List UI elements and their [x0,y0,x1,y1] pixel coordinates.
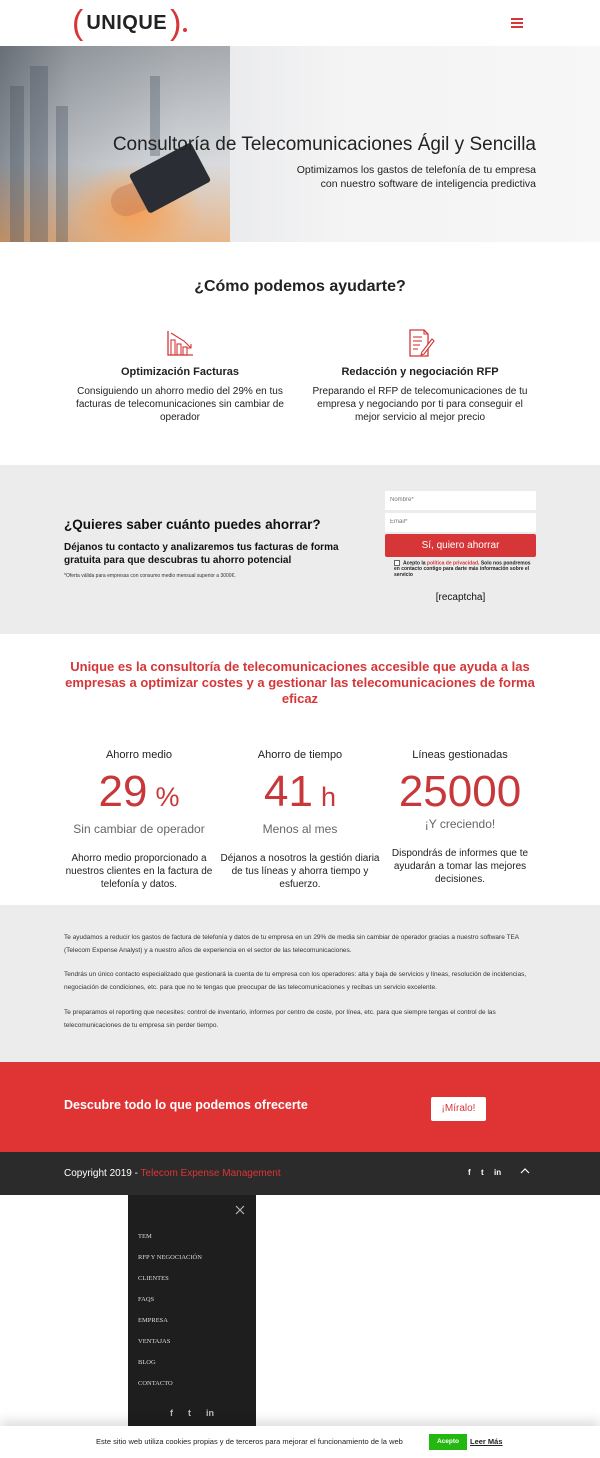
hamburger-icon[interactable] [511,18,523,28]
menu-item-faqs[interactable]: FAQS [138,1296,154,1303]
copyright: Copyright 2019 - Telecom Expense Managem… [64,1168,281,1179]
stat-caption: Sin cambiar de operador [73,822,205,836]
facebook-icon[interactable]: f [170,1408,173,1418]
info-paragraph: Te ayudamos a reducir los gastos de fact… [64,934,519,954]
menu-item-tem[interactable]: TEM [138,1233,152,1240]
offer-note: *Oferta válida para empresas con consumo… [64,573,236,579]
hero-title: Consultoría de Telecomunicaciones Ágil y… [112,134,536,155]
close-icon[interactable] [235,1205,245,1215]
menu-item-ventajas[interactable]: VENTAJAS [138,1338,170,1345]
stat-description: Dispondrás de informes que te ayudarán a… [391,848,529,885]
mobile-menu: TEM RFP Y NEGOCIACIÓN CLIENTES FAQS EMPR… [128,1195,256,1458]
service-text: Consiguiendo un ahorro medio del 29% en … [76,386,284,423]
privacy-consent: Acepto la política de privacidad. Solo n… [394,560,531,579]
cookie-read-more-link[interactable]: Leer Más [470,1437,503,1446]
stat-value: 25000 [398,767,522,816]
menu-item-empresa[interactable]: EMPRESA [138,1317,168,1324]
recaptcha[interactable]: [recaptcha] [385,592,536,603]
value-headline: Unique es la consultoría de telecomunica… [65,659,535,706]
savings-lead: Déjanos tu contacto y analizaremos tus f… [64,542,339,566]
consent-checkbox[interactable] [394,560,400,566]
info-paragraph: Tendrás un único contacto especializado … [64,971,527,991]
menu-item-clientes[interactable]: CLIENTES [138,1275,169,1282]
menu-item-blog[interactable]: BLOG [138,1359,156,1366]
stat-caption: Menos al mes [262,822,338,836]
twitter-icon[interactable]: t [188,1408,191,1418]
cookie-bar: Este sitio web utiliza cookies propias y… [0,1426,600,1458]
cta-banner: Descubre todo lo que podemos ofrecerte ¡… [0,1062,600,1152]
stat-description: Ahorro medio proporcionado a nuestros cl… [65,853,213,890]
email-field[interactable] [385,513,536,532]
stat-label: Ahorro medio [105,749,173,761]
chart-down-icon [167,331,193,356]
service-optimization: Optimización Facturas Consiguiendo un ah… [65,328,295,424]
stat-value: 29% [98,767,180,816]
savings-title: ¿Quieres saber cuánto puedes ahorrar? [64,517,321,532]
linkedin-icon[interactable]: in [494,1168,501,1177]
info-section: Te ayudamos a reducir los gastos de fact… [0,905,600,1062]
unique-logo[interactable]: ( UNIQUE ) [72,6,188,40]
hero-subtitle: Optimizamos los gastos de telefonía de t… [296,164,536,190]
savings-section: ¿Quieres saber cuánto puedes ahorrar? Dé… [0,465,600,634]
stat-caption: ¡Y creciendo! [424,817,496,831]
tem-link[interactable]: Telecom Expense Management [141,1168,281,1179]
stat-savings: Ahorro medio 29% Sin cambiar de operador… [59,749,219,891]
cta-text: Descubre todo lo que podemos ofrecerte [64,1098,308,1112]
cookie-text: Este sitio web utiliza cookies propias y… [96,1437,403,1446]
menu-item-rfp[interactable]: RFP Y NEGOCIACIÓN [138,1254,202,1261]
cookie-accept-button[interactable]: Acepto [429,1434,467,1450]
site-footer: Copyright 2019 - Telecom Expense Managem… [0,1152,600,1195]
service-text: Preparando el RFP de telecomunicaciones … [312,386,528,423]
hero-banner: Consultoría de Telecomunicaciones Ágil y… [0,46,600,242]
info-paragraph: Te preparamos el reporting que necesites… [64,1009,496,1029]
service-title: Redacción y negociación RFP [341,366,499,378]
stat-lines: Líneas gestionadas 25000 ¡Y creciendo! D… [380,749,540,886]
stat-label: Ahorro de tiempo [257,749,343,761]
document-edit-icon [409,329,435,357]
services-title: ¿Cómo podemos ayudarte? [194,278,406,295]
site-header: ( UNIQUE ) [0,0,600,46]
back-to-top-icon[interactable] [520,1166,530,1176]
logo-text: UNIQUE [86,11,168,34]
linkedin-icon[interactable]: in [206,1408,214,1418]
stat-time: Ahorro de tiempo 41 h Menos al mes Déjano… [220,749,380,891]
service-rfp: Redacción y negociación RFP Preparando e… [305,328,535,424]
name-field[interactable] [385,491,536,510]
save-submit-button[interactable]: Sí, quiero ahorrar [385,534,536,557]
cta-button[interactable]: ¡Míralo! [431,1097,486,1121]
menu-item-contacto[interactable]: CONTACTO [138,1380,173,1387]
facebook-icon[interactable]: f [468,1168,471,1177]
service-title: Optimización Facturas [121,366,239,378]
stat-label: Líneas gestionadas [412,749,508,761]
twitter-icon[interactable]: t [481,1168,484,1177]
stat-description: Déjanos a nosotros la gestión diaria de … [220,853,380,890]
stat-value: 41 h [264,767,336,816]
